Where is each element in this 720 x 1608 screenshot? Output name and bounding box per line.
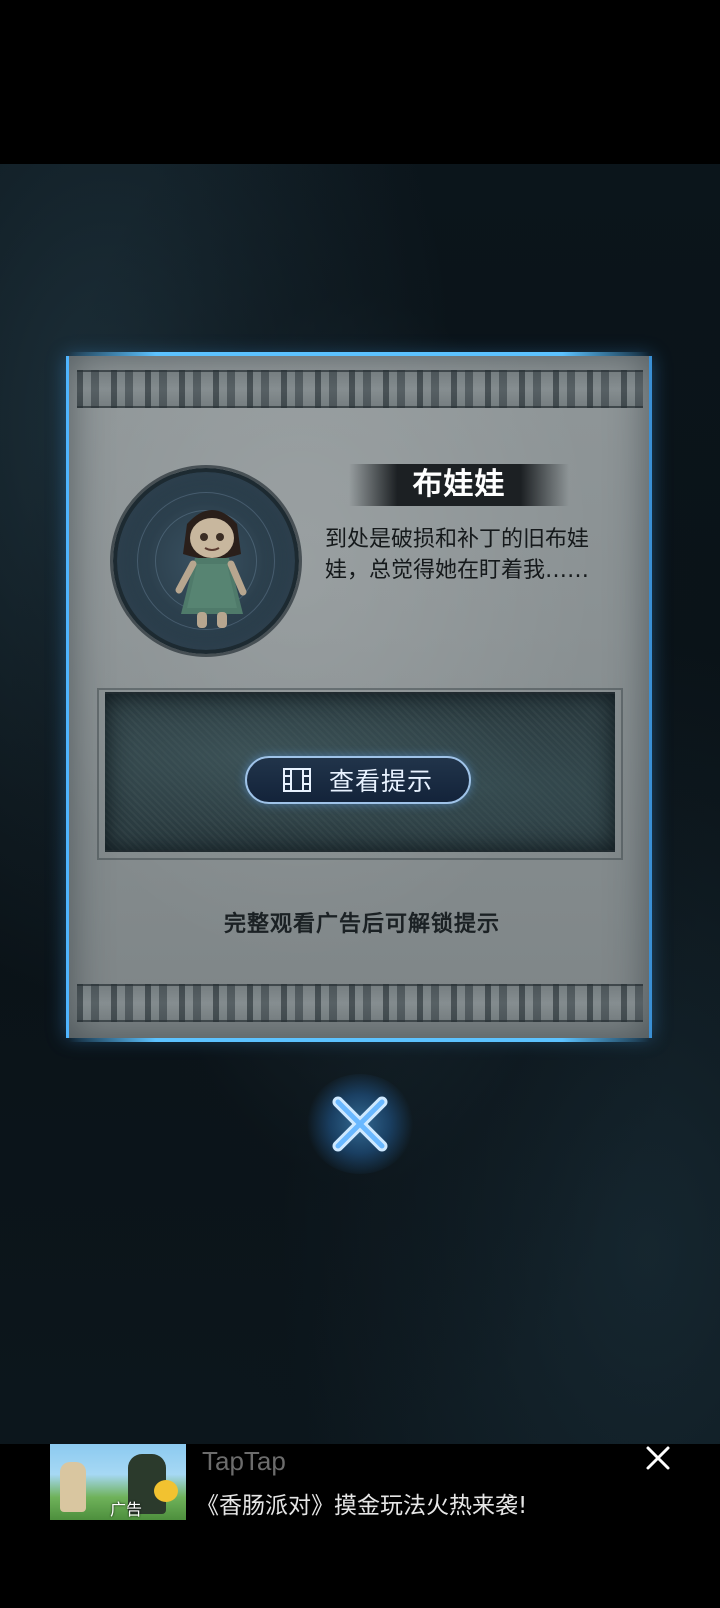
ad-tag: 广告 bbox=[110, 1500, 143, 1519]
item-name: 布娃娃 bbox=[412, 467, 506, 502]
item-detail-panel: 布娃娃 到处是破损和补丁的旧布娃娃，总觉得她在盯着我…… 查看提示 完整观看广告… bbox=[66, 352, 652, 1042]
item-portrait bbox=[113, 468, 299, 654]
ad-figure-item bbox=[154, 1480, 178, 1502]
ad-title[interactable]: TapTap bbox=[202, 1446, 286, 1477]
film-icon bbox=[282, 768, 311, 792]
rag-doll-icon bbox=[175, 510, 247, 628]
ad-subtitle[interactable]: 《香肠派对》摸金玩法火热来袭! bbox=[196, 1486, 527, 1520]
close-button[interactable] bbox=[306, 1074, 414, 1174]
view-hint-button[interactable]: 查看提示 bbox=[245, 756, 471, 804]
ad-thumbnail[interactable]: 广告 bbox=[50, 1444, 186, 1520]
ad-figure-left bbox=[60, 1462, 86, 1512]
panel-top-glow bbox=[69, 352, 649, 356]
panel-top-ornament bbox=[77, 370, 643, 408]
ad-banner[interactable]: 广告 TapTap 《香肠派对》摸金玩法火热来袭! bbox=[0, 1444, 720, 1608]
close-icon[interactable] bbox=[644, 1444, 672, 1472]
status-bar-area bbox=[0, 0, 720, 164]
panel-bottom-glow bbox=[69, 1038, 649, 1042]
close-x-icon bbox=[332, 1096, 388, 1152]
panel-bottom-ornament bbox=[77, 984, 643, 1022]
view-hint-label: 查看提示 bbox=[328, 767, 433, 796]
item-description: 到处是破损和补丁的旧布娃娃，总觉得她在盯着我…… bbox=[325, 527, 590, 583]
unlock-note: 完整观看广告后可解锁提示 bbox=[223, 912, 500, 937]
